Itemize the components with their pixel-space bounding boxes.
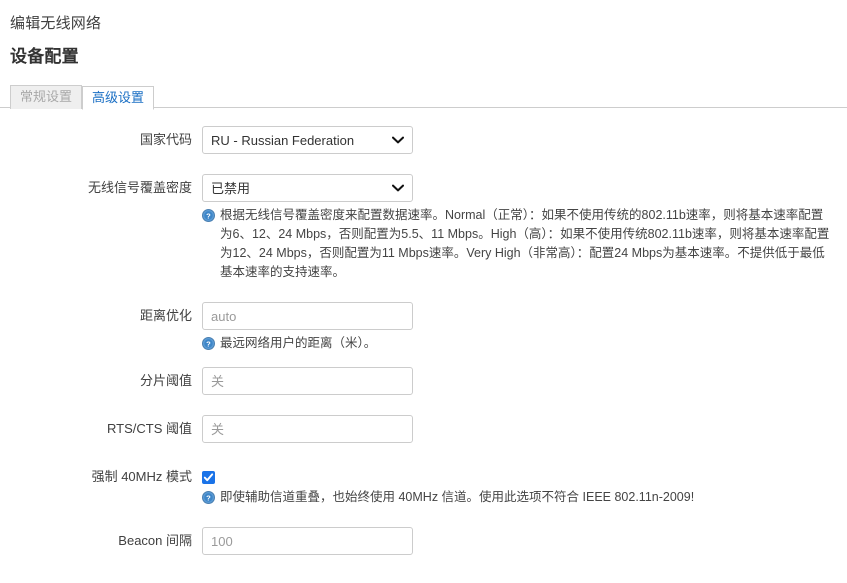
tab-bar: 常规设置 高级设置 <box>0 84 847 110</box>
tab-general-settings[interactable]: 常规设置 <box>10 85 83 109</box>
label-rts-cts-threshold: RTS/CTS 阈值 <box>107 421 192 436</box>
label-distance-optimization: 距离优化 <box>139 308 192 323</box>
row-force-40mhz: 强制 40MHz 模式 ? 即使辅助信道重叠，也始终使用 40MHz 信道。使用… <box>0 463 847 507</box>
row-rts-cts-threshold: RTS/CTS 阈值 <box>0 415 847 443</box>
coverage-density-select[interactable]: 已禁用 <box>202 174 413 202</box>
coverage-density-select-wrap: 已禁用 <box>202 174 413 202</box>
help-question-icon: ? <box>202 209 215 222</box>
distance-optimization-input[interactable] <box>202 302 413 330</box>
svg-text:?: ? <box>206 494 211 503</box>
label-country-code: 国家代码 <box>139 132 192 147</box>
help-coverage-density: ? 根据无线信号覆盖密度来配置数据速率。Normal（正常）：如果不使用传统的8… <box>202 206 832 282</box>
svg-text:?: ? <box>206 340 211 349</box>
country-code-select[interactable]: RU - Russian Federation <box>202 126 413 154</box>
checkmark-icon <box>203 473 214 482</box>
help-text-coverage-density: 根据无线信号覆盖密度来配置数据速率。Normal（正常）：如果不使用传统的802… <box>220 208 830 279</box>
row-fragmentation-threshold: 分片阈值 <box>0 367 847 395</box>
help-text-distance-optimization: 最远网络用户的距离（米）。 <box>220 336 377 350</box>
tab-advanced-settings[interactable]: 高级设置 <box>82 86 155 110</box>
force-40mhz-checkbox[interactable] <box>202 471 215 484</box>
row-beacon-interval: Beacon 间隔 <box>0 527 847 555</box>
device-configuration-page: 编辑无线网络 设备配置 常规设置 高级设置 国家代码 RU - Russian F… <box>0 0 847 583</box>
label-coverage-density: 无线信号覆盖密度 <box>87 180 192 195</box>
svg-text:?: ? <box>206 212 211 221</box>
label-fragmentation-threshold: 分片阈值 <box>139 373 192 388</box>
page-title: 编辑无线网络 <box>10 15 102 32</box>
help-distance-optimization: ? 最远网络用户的距离（米）。 <box>202 334 832 353</box>
row-country-code: 国家代码 RU - Russian Federation <box>0 126 847 154</box>
country-code-select-wrap: RU - Russian Federation <box>202 126 413 154</box>
rts-cts-threshold-input[interactable] <box>202 415 413 443</box>
advanced-settings-form: 国家代码 RU - Russian Federation 无线信号覆盖密度 已禁… <box>0 126 847 555</box>
label-beacon-interval: Beacon 间隔 <box>118 533 192 548</box>
row-distance-optimization: 距离优化 ? 最远网络用户的距离（米）。 <box>0 302 847 353</box>
page-header: 编辑无线网络 设备配置 <box>0 0 847 68</box>
help-question-icon: ? <box>202 337 215 350</box>
help-force-40mhz: ? 即使辅助信道重叠，也始终使用 40MHz 信道。使用此选项不符合 IEEE … <box>202 488 832 507</box>
beacon-interval-input[interactable] <box>202 527 413 555</box>
label-force-40mhz: 强制 40MHz 模式 <box>91 469 192 484</box>
help-text-force-40mhz: 即使辅助信道重叠，也始终使用 40MHz 信道。使用此选项不符合 IEEE 80… <box>220 490 695 504</box>
help-question-icon: ? <box>202 491 215 504</box>
section-title: 设备配置 <box>10 47 79 66</box>
row-coverage-density: 无线信号覆盖密度 已禁用 ? 根据无线信号覆盖密度来配置数据速率。Normal（… <box>0 174 847 282</box>
fragmentation-threshold-input[interactable] <box>202 367 413 395</box>
